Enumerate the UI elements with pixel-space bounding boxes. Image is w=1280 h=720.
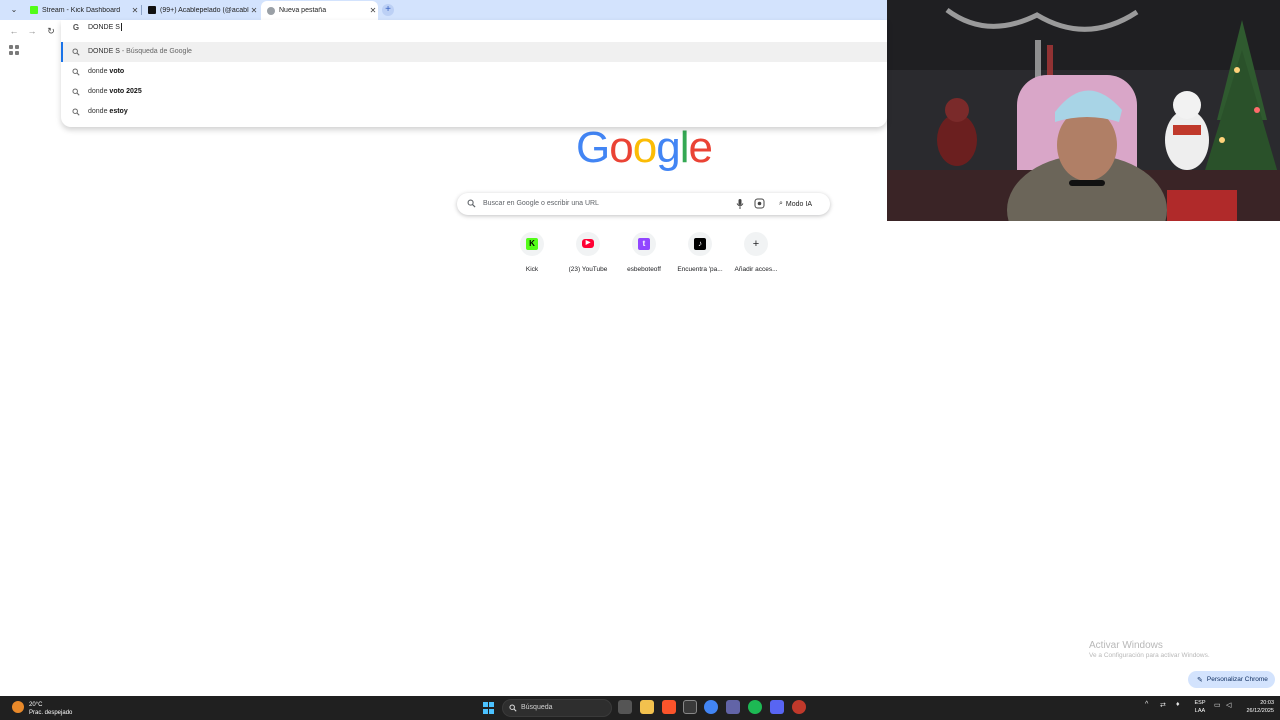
customize-chrome-button[interactable]: ✎ Personalizar Chrome	[1188, 671, 1275, 688]
address-input[interactable]: DONDE S	[88, 23, 122, 31]
new-tab-button[interactable]: +	[382, 4, 394, 16]
google-search-box[interactable]: Buscar en Google o escribir una URL ⌕ Mod…	[457, 193, 830, 215]
network-icon[interactable]: ▭	[1214, 701, 1221, 709]
windows-taskbar: 20°C Prac. despejado Búsqueda ^ ⇄ ♦ ESP LA…	[0, 696, 1280, 720]
suggestion-item[interactable]: donde voto	[61, 62, 887, 82]
reload-icon[interactable]: ↻	[44, 24, 58, 38]
suggestion-item[interactable]: donde voto 2025	[61, 82, 887, 102]
google-lens-icon[interactable]	[754, 198, 765, 209]
pencil-icon: ✎	[1197, 676, 1203, 684]
shortcut-tiktok[interactable]: ♪ Encuentra 'pa...	[672, 231, 728, 277]
tab-new-tab[interactable]: Nueva pestaña ✕	[261, 1, 378, 20]
taskbar-search[interactable]: Búsqueda	[502, 699, 612, 717]
tab-kick-dashboard[interactable]: Stream - Kick Dashboard ✕	[24, 2, 140, 18]
shortcut-twitch[interactable]: t esbeboteoff	[616, 231, 672, 277]
microphone-icon[interactable]	[735, 198, 745, 210]
shortcut-add[interactable]: + Añadir acces...	[728, 231, 784, 277]
search-icon	[72, 88, 80, 96]
tab-title: Stream - Kick Dashboard	[42, 6, 121, 14]
tab-title: Nueva pestaña	[279, 7, 327, 14]
file-explorer-icon[interactable]	[640, 700, 654, 714]
youtube-icon: ▶	[582, 239, 594, 248]
plus-icon: +	[752, 238, 760, 250]
clock[interactable]: 20:03 26/12/2025	[1240, 699, 1274, 715]
ai-search-icon: ⌕	[779, 200, 783, 207]
google-g-icon: G	[72, 23, 80, 32]
spotify-icon[interactable]	[748, 700, 762, 714]
google-logo: Google	[576, 123, 713, 172]
close-icon[interactable]: ✕	[368, 6, 378, 15]
back-arrow-icon[interactable]: ←	[7, 24, 21, 38]
chrome-icon[interactable]	[704, 700, 718, 714]
windows-start-icon[interactable]	[483, 702, 495, 714]
suggestion-item[interactable]: DONDE S - Búsqueda de Google	[61, 42, 887, 62]
brave-icon[interactable]	[662, 700, 676, 714]
search-icon	[509, 704, 517, 712]
task-view-icon[interactable]	[618, 700, 632, 714]
tab-strip: ⌄ Stream - Kick Dashboard ✕ (99+) Acable…	[0, 0, 887, 20]
close-icon[interactable]: ✕	[249, 6, 259, 15]
sync-icon[interactable]: ⇄	[1160, 701, 1166, 709]
volume-icon[interactable]: ◁	[1226, 701, 1231, 709]
webcam-overlay	[887, 0, 1280, 221]
discord-icon[interactable]	[770, 700, 784, 714]
activate-windows-watermark: Activar Windows Ve a Configuración para …	[1089, 640, 1210, 659]
app-icon[interactable]	[792, 700, 806, 714]
tiktok-icon: ♪	[694, 238, 706, 250]
search-placeholder: Buscar en Google o escribir una URL	[483, 200, 599, 207]
kick-icon	[30, 6, 38, 14]
search-icon	[72, 108, 80, 116]
forward-arrow-icon[interactable]: →	[25, 24, 39, 38]
apps-icon[interactable]	[683, 700, 697, 714]
kick-icon: K	[526, 238, 538, 250]
suggestion-item[interactable]: donde estoy	[61, 102, 887, 122]
tab-tiktok[interactable]: (99+) Acablepelado (@acablep ✕	[142, 2, 259, 18]
ai-mode-button[interactable]: ⌕ Modo IA	[773, 196, 825, 212]
tiktok-icon	[148, 6, 156, 14]
webcam-image	[887, 0, 1280, 221]
tab-title: (99+) Acablepelado (@acablep	[160, 6, 249, 14]
search-icon	[72, 68, 80, 76]
search-icon	[72, 48, 80, 56]
shortcut-kick[interactable]: K Kick	[504, 231, 560, 277]
weather-sun-icon	[12, 701, 24, 713]
shortcut-youtube[interactable]: ▶ (23) YouTube	[560, 231, 616, 277]
tab-search-chevron-icon[interactable]: ⌄	[7, 4, 21, 16]
teams-icon[interactable]	[726, 700, 740, 714]
chrome-icon	[267, 6, 275, 15]
tray-chevron-icon[interactable]: ^	[1145, 701, 1148, 708]
twitch-icon: t	[638, 238, 650, 250]
search-icon	[467, 199, 476, 208]
close-icon[interactable]: ✕	[130, 6, 140, 15]
apps-grid-icon[interactable]	[9, 45, 19, 55]
language-indicator[interactable]: ESP LAA	[1192, 699, 1208, 715]
tray-icon[interactable]: ♦	[1176, 701, 1180, 708]
omnibox-dropdown: G DONDE S DONDE S - Búsqueda de Google d…	[61, 20, 887, 127]
